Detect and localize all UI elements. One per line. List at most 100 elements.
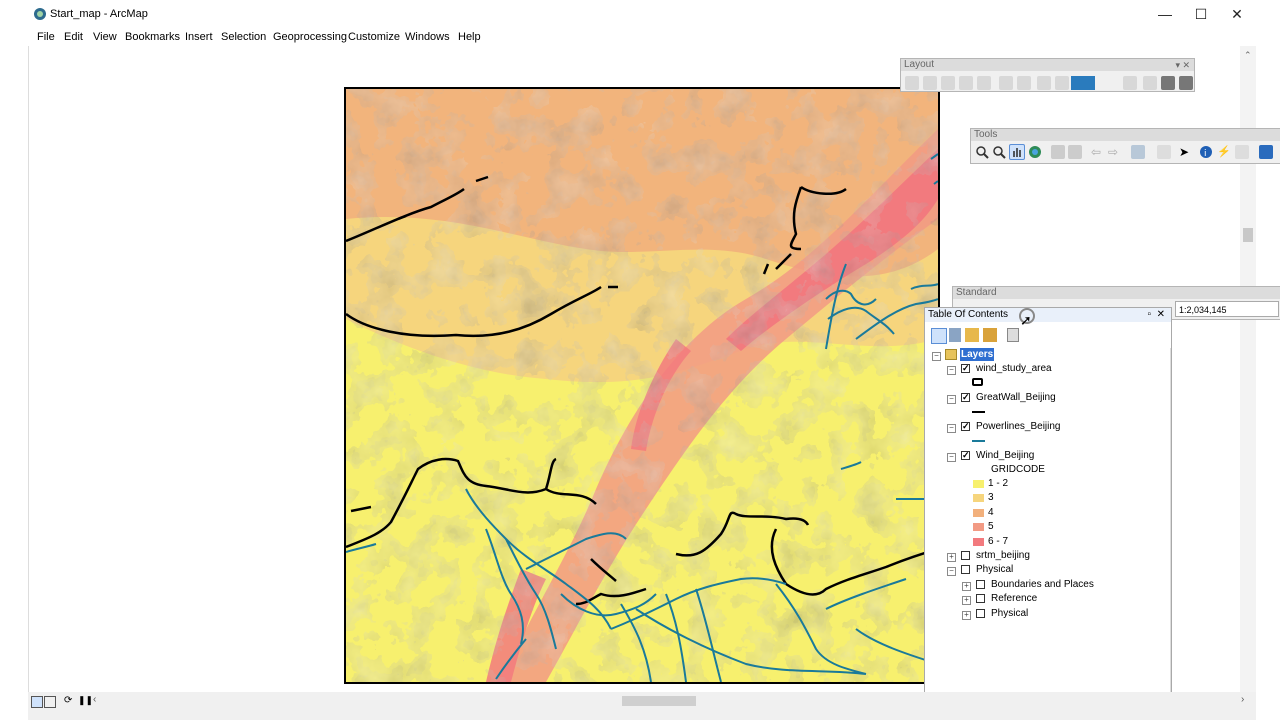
menu-customize[interactable]: Customize <box>348 31 400 43</box>
pan-icon[interactable] <box>1009 144 1025 160</box>
sublayer-physical[interactable]: Physical <box>991 607 1028 620</box>
window-title: Start_map - ArcMap <box>50 8 148 20</box>
layers-root[interactable]: Layers <box>960 348 995 361</box>
data-driven-pages-icon[interactable] <box>1179 76 1193 90</box>
class-swatch-4[interactable] <box>973 509 984 517</box>
vertical-scroll-thumb[interactable] <box>1243 228 1253 242</box>
menu-view[interactable]: View <box>93 31 117 43</box>
html-popup-icon[interactable] <box>1235 145 1249 159</box>
scroll-up-icon[interactable]: ⌃ <box>1244 50 1252 61</box>
physical-sub-checkbox[interactable] <box>976 609 985 618</box>
sublayer-expander[interactable]: + <box>962 596 971 605</box>
pan-page-icon[interactable] <box>941 76 955 90</box>
zoom-100-icon[interactable] <box>977 76 991 90</box>
layer-group-physical[interactable]: Physical <box>976 563 1013 576</box>
map-scale-input[interactable]: 1:2,034,145 <box>1175 301 1279 317</box>
hyperlink-icon[interactable]: ⚡ <box>1217 145 1231 159</box>
map-data-frame[interactable] <box>344 87 940 684</box>
list-by-drawing-order-icon[interactable] <box>931 328 947 344</box>
full-extent-icon[interactable] <box>1028 145 1042 159</box>
list-by-source-icon[interactable] <box>949 328 961 342</box>
toggle-draft-icon[interactable] <box>1123 76 1137 90</box>
forward-extent-icon[interactable] <box>1055 76 1069 90</box>
list-by-visibility-icon[interactable] <box>965 328 979 342</box>
layer-expander[interactable]: − <box>947 395 956 404</box>
zoom-whole-page-icon[interactable] <box>959 76 973 90</box>
focus-frame-icon[interactable] <box>1143 76 1157 90</box>
powerlines-checkbox[interactable] <box>961 420 970 432</box>
layers-collapse-icon[interactable]: − <box>932 352 941 361</box>
layer-powerlines-beijing[interactable]: Powerlines_Beijing <box>976 420 1061 433</box>
table-of-contents: Table Of Contents ▫ ✕ − Layers − wind_st… <box>924 307 1172 720</box>
layer-expander[interactable]: − <box>947 366 956 375</box>
line-symbol-teal[interactable] <box>972 440 985 442</box>
layer-expander[interactable]: − <box>947 424 956 433</box>
polygon-outline-symbol[interactable] <box>972 378 983 386</box>
srtm-checkbox[interactable] <box>961 551 970 560</box>
toc-maximize-icon[interactable]: ▫ <box>1147 308 1151 322</box>
horizontal-scroll-thumb[interactable] <box>622 696 696 706</box>
physical-group-checkbox[interactable] <box>961 565 970 574</box>
group-expander[interactable]: − <box>947 567 956 576</box>
layer-greatwall-beijing[interactable]: GreatWall_Beijing <box>976 391 1056 404</box>
menu-selection[interactable]: Selection <box>221 31 266 43</box>
zoom-control-select[interactable] <box>1071 76 1095 90</box>
back-icon[interactable]: ⇦ <box>1091 145 1105 159</box>
scroll-right-icon[interactable]: › <box>1241 694 1244 705</box>
pause-drawing-icon[interactable]: ❚❚ <box>78 695 93 706</box>
fixed-zoom-out-map-icon[interactable] <box>1068 145 1082 159</box>
menu-bar: File Edit View Bookmarks Insert Selectio… <box>28 28 1256 46</box>
sublayer-expander[interactable]: + <box>962 611 971 620</box>
boundaries-checkbox[interactable] <box>976 580 985 589</box>
wind-study-area-checkbox[interactable] <box>961 362 970 374</box>
menu-bookmarks[interactable]: Bookmarks <box>125 31 180 43</box>
zoom-in-page-icon[interactable] <box>905 76 919 90</box>
wind-beijing-checkbox[interactable] <box>961 449 970 461</box>
data-view-button-icon[interactable] <box>44 696 56 708</box>
zoom-out-page-icon[interactable] <box>923 76 937 90</box>
menu-insert[interactable]: Insert <box>185 31 213 43</box>
forward-icon[interactable]: ⇨ <box>1108 145 1122 159</box>
layer-srtm-beijing[interactable]: srtm_beijing <box>976 549 1030 562</box>
sublayer-expander[interactable]: + <box>962 582 971 591</box>
menu-geoprocessing[interactable]: Geoprocessing <box>273 31 347 43</box>
toc-close-icon[interactable]: ✕ <box>1157 308 1165 322</box>
toolbar-close-icon[interactable]: ▾ ✕ <box>1175 59 1190 71</box>
layout-toolbar: Layout ▾ ✕ <box>900 58 1195 92</box>
fixed-zoom-out-icon[interactable] <box>1017 76 1031 90</box>
layer-wind-beijing[interactable]: Wind_Beijing <box>976 449 1034 462</box>
select-elements-icon[interactable]: ➤ <box>1179 145 1193 159</box>
layer-expander[interactable]: + <box>947 553 956 562</box>
class-swatch-6-7[interactable] <box>973 538 984 546</box>
change-layout-icon[interactable] <box>1161 76 1175 90</box>
greatwall-checkbox[interactable] <box>961 391 970 403</box>
class-swatch-5[interactable] <box>973 523 984 531</box>
class-swatch-1-2[interactable] <box>973 480 984 488</box>
layout-view-button-icon[interactable] <box>31 696 43 708</box>
clear-selection-icon[interactable] <box>1157 145 1171 159</box>
sublayer-reference[interactable]: Reference <box>991 592 1037 605</box>
layer-expander[interactable]: − <box>947 453 956 462</box>
zoom-in-icon[interactable] <box>975 145 989 159</box>
back-extent-icon[interactable] <box>1037 76 1051 90</box>
refresh-icon[interactable]: ⟳ <box>64 695 72 706</box>
line-symbol-black[interactable] <box>972 411 985 413</box>
close-button[interactable]: ✕ <box>1214 0 1260 28</box>
scroll-left-icon[interactable]: ‹ <box>93 694 96 705</box>
fixed-zoom-in-map-icon[interactable] <box>1051 145 1065 159</box>
menu-help[interactable]: Help <box>458 31 481 43</box>
class-swatch-3[interactable] <box>973 494 984 502</box>
toc-options-icon[interactable] <box>1007 328 1019 342</box>
layer-wind-study-area[interactable]: wind_study_area <box>976 362 1052 375</box>
list-by-selection-icon[interactable] <box>983 328 997 342</box>
menu-file[interactable]: File <box>37 31 55 43</box>
menu-edit[interactable]: Edit <box>64 31 83 43</box>
select-features-icon[interactable] <box>1131 145 1145 159</box>
fixed-zoom-in-icon[interactable] <box>999 76 1013 90</box>
reference-checkbox[interactable] <box>976 594 985 603</box>
identify-icon[interactable]: i <box>1199 145 1213 159</box>
measure-icon[interactable] <box>1259 145 1273 159</box>
sublayer-boundaries-places[interactable]: Boundaries and Places <box>991 578 1094 591</box>
zoom-out-icon[interactable] <box>992 145 1006 159</box>
menu-windows[interactable]: Windows <box>405 31 450 43</box>
